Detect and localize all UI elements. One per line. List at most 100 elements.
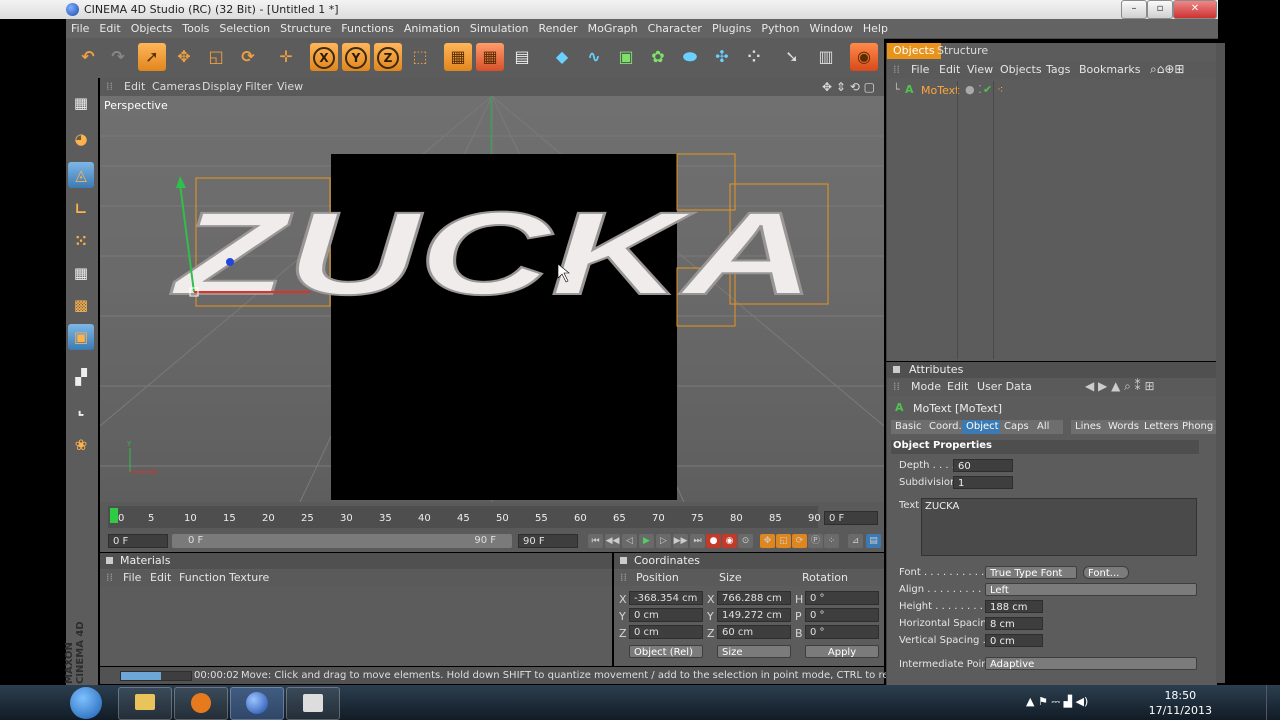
materials-menu-edit[interactable]: Edit	[150, 571, 171, 584]
tab-words[interactable]: Words	[1104, 420, 1143, 434]
end-frame-field[interactable]: 90 F	[518, 534, 578, 548]
pos-y-field[interactable]: 0 cm	[629, 608, 703, 622]
rot-p-field[interactable]: 0 °	[805, 608, 879, 622]
visibility-dots-icon[interactable]: ● ⁚	[965, 83, 982, 96]
menu-window[interactable]: Window	[805, 19, 858, 38]
render-view-icon[interactable]: ▦	[444, 43, 472, 71]
camera-icon[interactable]: ▥	[812, 43, 840, 71]
menu-render[interactable]: Render	[534, 19, 583, 38]
object-name[interactable]: MoText	[921, 84, 959, 97]
snapping-icon[interactable]: ▣	[68, 324, 94, 350]
viewport-menu-cameras[interactable]: Cameras	[152, 80, 201, 93]
viewport-perspective[interactable]: Perspective ZUCKA Y X	[100, 96, 884, 502]
key-pla-icon[interactable]: ⁘	[824, 534, 839, 548]
menu-mograph[interactable]: MoGraph	[583, 19, 643, 38]
move-icon[interactable]: ✥	[170, 43, 198, 71]
objects-menu-objects[interactable]: Objects	[1000, 63, 1042, 76]
tab-basic[interactable]: Basic	[891, 420, 926, 434]
light-icon[interactable]: ➘	[778, 43, 806, 71]
close-button[interactable]: ✕	[1173, 0, 1217, 19]
media-player-taskbar-icon[interactable]	[174, 687, 228, 720]
objects-menu-tags[interactable]: Tags	[1046, 63, 1070, 76]
viewport-navigation-icons[interactable]: ✥ ⇕ ⟲ ▢	[822, 80, 875, 94]
tab-letters[interactable]: Letters	[1140, 420, 1183, 434]
play-icon[interactable]: ▶	[639, 534, 654, 548]
apply-button[interactable]: Apply	[805, 645, 879, 658]
go-to-end-icon[interactable]: ⏭	[690, 534, 705, 548]
object-row-motext[interactable]: └ A MoText ● ⁚ ✔ ⁖	[891, 83, 1211, 99]
menu-functions[interactable]: Functions	[336, 19, 399, 38]
objects-menu-view[interactable]: View	[967, 63, 993, 76]
interpolation-icon[interactable]: ⊿	[848, 534, 863, 548]
next-key-icon[interactable]: ▶▶	[673, 534, 688, 548]
particle-icon[interactable]: ⁘	[740, 43, 768, 71]
maximize-button[interactable]: ▫	[1147, 0, 1173, 19]
menu-edit[interactable]: Edit	[94, 19, 125, 38]
vspacing-field[interactable]: 0 cm	[985, 634, 1043, 647]
menu-file[interactable]: File	[66, 19, 94, 38]
viewport-menu-filter[interactable]: Filter	[245, 80, 272, 93]
timeline-playhead[interactable]	[110, 508, 118, 523]
materials-menu-texture[interactable]: Texture	[229, 571, 269, 584]
polygons-mode-icon[interactable]: ⁙	[68, 228, 94, 254]
start-frame-field[interactable]: 0 F	[108, 534, 168, 548]
materials-menu-file[interactable]: File	[123, 571, 141, 584]
attributes-menu-edit[interactable]: Edit	[947, 380, 968, 393]
tab-lines[interactable]: Lines	[1071, 420, 1106, 434]
key-rotation-icon[interactable]: ⟳	[792, 534, 807, 548]
record-icon[interactable]: ●	[706, 534, 721, 548]
menu-plugins[interactable]: Plugins	[707, 19, 756, 38]
rotate-icon[interactable]: ⟳	[234, 43, 262, 71]
text-input[interactable]: ZUCKA	[921, 498, 1197, 556]
keyframe-selection-icon[interactable]: ⊙	[738, 534, 753, 548]
previous-key-icon[interactable]: ◀◀	[605, 534, 620, 548]
scene-icon[interactable]: ✣	[708, 43, 736, 71]
floor-icon[interactable]: ◉	[850, 43, 878, 71]
workplane-icon[interactable]: ▩	[68, 292, 94, 318]
redo-icon[interactable]: ↷	[104, 43, 132, 71]
depth-field[interactable]: 60	[953, 459, 1013, 472]
menu-objects[interactable]: Objects	[126, 19, 178, 38]
menu-simulation[interactable]: Simulation	[465, 19, 534, 38]
attributes-menu-userdata[interactable]: User Data	[977, 380, 1032, 393]
height-field[interactable]: 188 cm	[985, 600, 1043, 613]
spline-icon[interactable]: ∿	[580, 43, 608, 71]
tab-coord[interactable]: Coord.	[925, 420, 966, 434]
subdivision-field[interactable]: 1	[953, 476, 1013, 489]
tab-all[interactable]: All	[1033, 420, 1063, 434]
points-mode-icon[interactable]: ◬	[68, 162, 94, 188]
model-mode-icon[interactable]: ▦	[68, 90, 94, 116]
taskbar-clock[interactable]: 18:50 17/11/2013	[1149, 688, 1212, 718]
viewport-menu-display[interactable]: Display	[202, 80, 243, 93]
timeline-options-icon[interactable]: ▤	[866, 534, 881, 548]
enabled-check-icon[interactable]: ✔	[983, 83, 992, 96]
objects-menu-bookmarks[interactable]: Bookmarks	[1079, 63, 1140, 76]
right-scrollbar[interactable]	[1216, 43, 1225, 683]
size-x-field[interactable]: 766.288 cm	[717, 591, 791, 605]
menu-tools[interactable]: Tools	[177, 19, 214, 38]
font-type-dropdown[interactable]: True Type Font	[985, 566, 1077, 579]
deformer-icon[interactable]: ⬬	[676, 43, 704, 71]
hspacing-field[interactable]: 8 cm	[985, 617, 1043, 630]
tab-phong[interactable]: Phong	[1178, 420, 1218, 434]
tab-structure[interactable]: Structure	[931, 43, 994, 59]
checkerboard-icon[interactable]: ▞	[68, 364, 94, 390]
menu-selection[interactable]: Selection	[214, 19, 275, 38]
coordinate-mode-dropdown[interactable]: Object (Rel)	[629, 645, 703, 658]
z-axis-icon[interactable]: Z	[374, 43, 402, 71]
y-axis-icon[interactable]: Y	[342, 43, 370, 71]
menu-help[interactable]: Help	[858, 19, 893, 38]
start-button[interactable]	[70, 687, 102, 719]
objects-menu-edit[interactable]: Edit	[939, 63, 960, 76]
explorer-taskbar-icon[interactable]	[118, 687, 172, 720]
tag-icon[interactable]: ⁖	[997, 83, 1003, 96]
scale-icon[interactable]: ◱	[202, 43, 230, 71]
objects-menu-file[interactable]: File	[911, 63, 929, 76]
size-z-field[interactable]: 60 cm	[717, 625, 791, 639]
axis-lock-icon[interactable]: ⌞	[68, 396, 94, 422]
interp-dropdown[interactable]: Adaptive	[985, 657, 1197, 670]
attributes-menu-mode[interactable]: Mode	[911, 380, 941, 393]
menu-character[interactable]: Character	[643, 19, 707, 38]
objects-search-icon[interactable]: ⌕⌂⊕⊞	[1150, 62, 1184, 77]
menu-structure[interactable]: Structure	[275, 19, 336, 38]
